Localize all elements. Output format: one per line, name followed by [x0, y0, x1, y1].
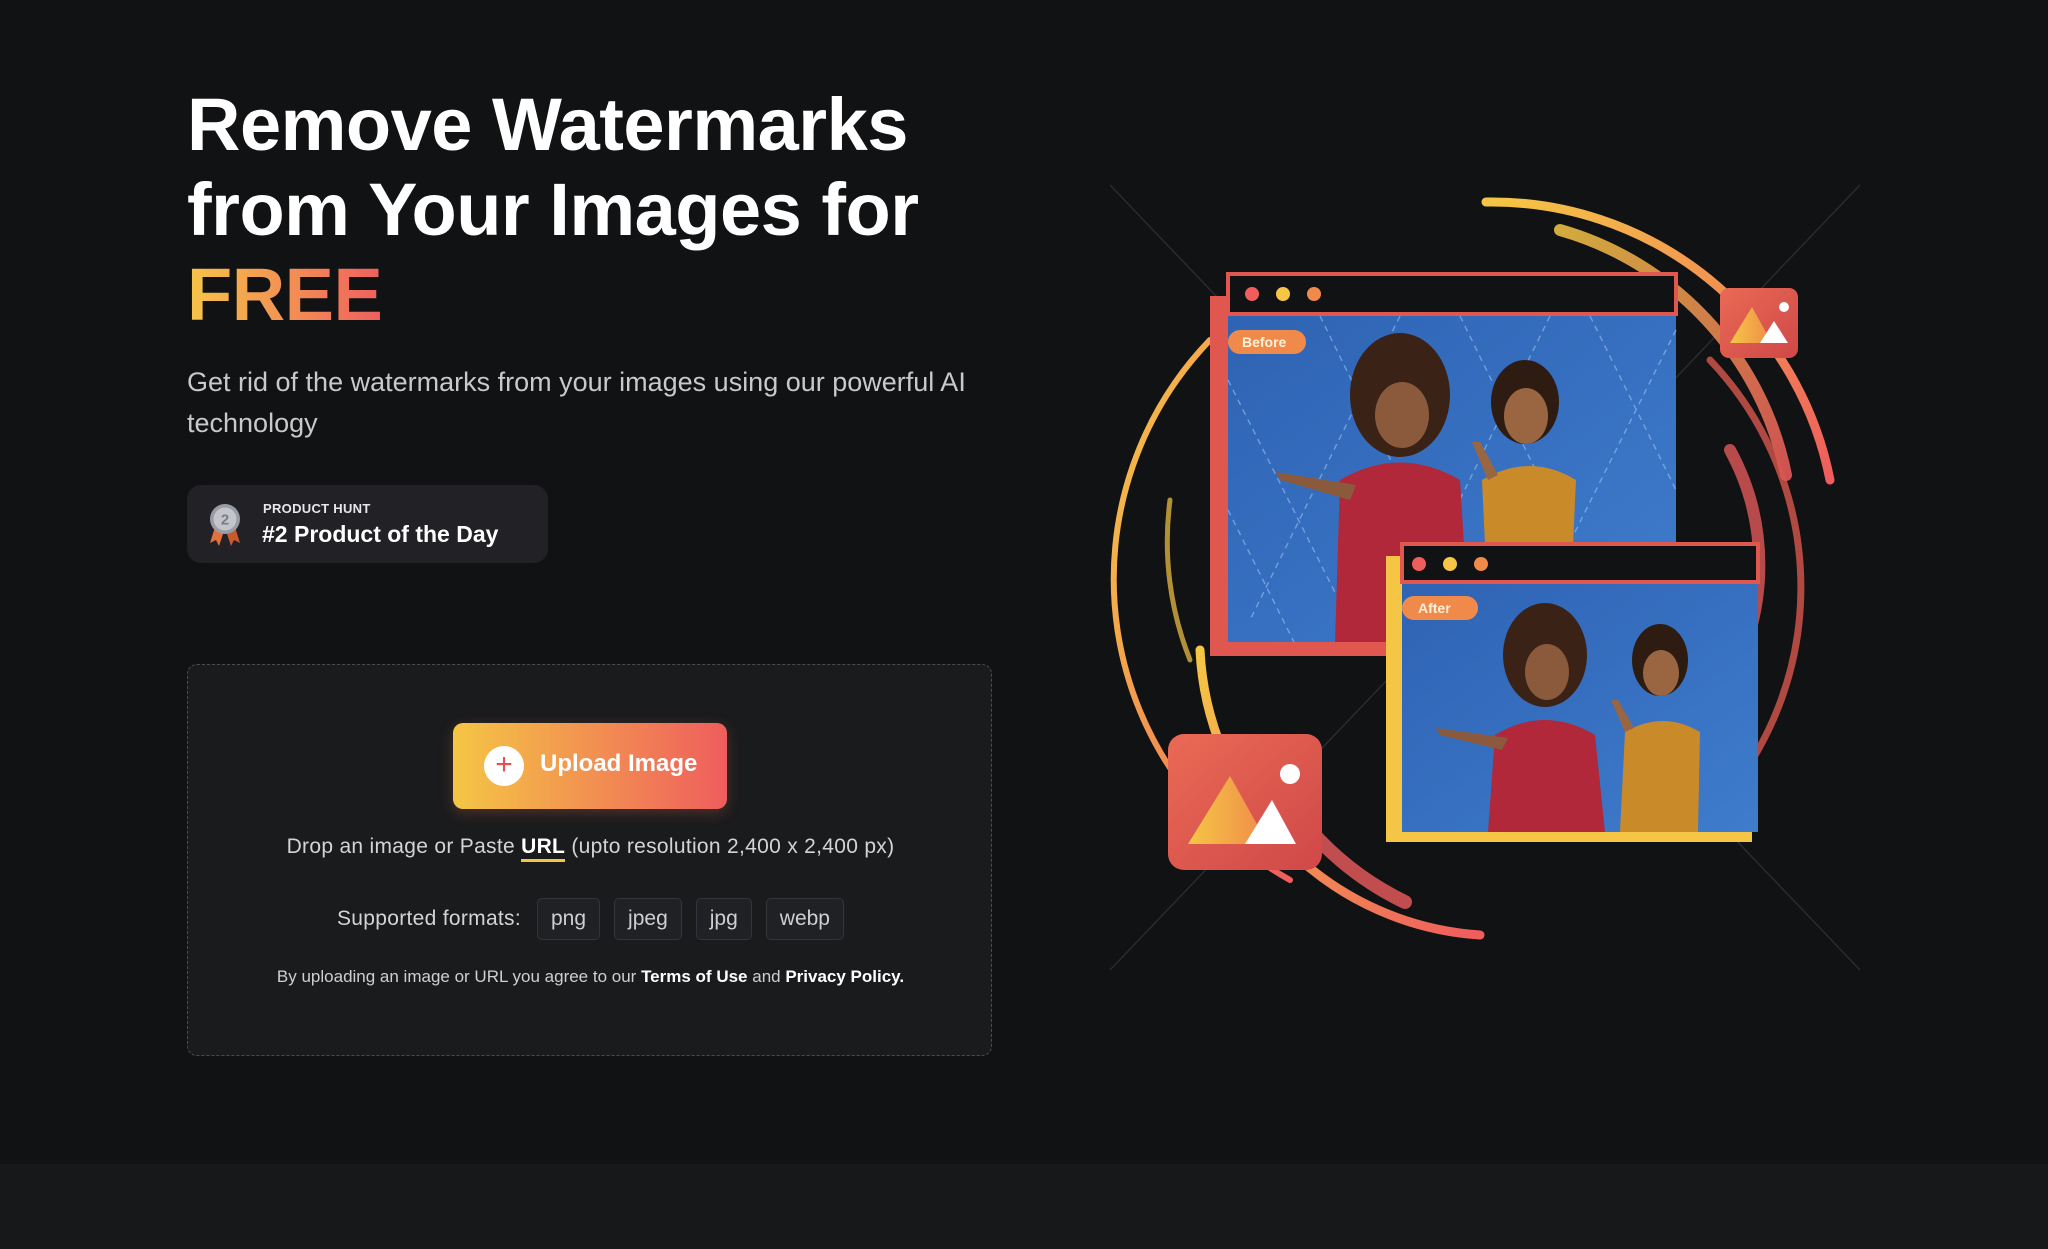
window-dot-orange [1474, 557, 1488, 571]
before-label: Before [1242, 334, 1287, 350]
window-dot-yellow [1276, 287, 1290, 301]
window-dot-orange [1307, 287, 1321, 301]
format-chip-jpg: jpg [695, 898, 752, 940]
terms-prefix: By uploading an image or URL you agree t… [276, 967, 642, 986]
upload-dropzone[interactable]: + Upload Image Drop an image or Paste UR… [187, 664, 992, 1056]
format-chip-jpeg: jpeg [614, 898, 682, 940]
after-window: After [1386, 542, 1760, 842]
upload-image-button[interactable]: + Upload Image [453, 723, 727, 809]
terms-notice: By uploading an image or URL you agree t… [188, 967, 993, 987]
window-dot-red [1245, 287, 1259, 301]
after-label: After [1418, 600, 1451, 616]
medal-icon: 2 [210, 504, 240, 546]
window-dot-yellow [1443, 557, 1457, 571]
plus-icon: + [484, 746, 524, 786]
format-chip-webp: webp [765, 898, 844, 940]
upload-image-label: Upload Image [540, 750, 698, 777]
drop-prefix: Drop an image or Paste [286, 835, 522, 858]
hero-title-line-1: Remove Watermarks [187, 83, 908, 166]
image-icon-small [1720, 288, 1798, 358]
window-dot-red [1412, 557, 1426, 571]
terms-of-use-link[interactable]: Terms of Use [641, 967, 747, 986]
supported-formats: Supported formats: png jpeg jpg webp [188, 898, 993, 940]
paste-url-link[interactable]: URL [521, 835, 566, 862]
before-after-illustration: Before After [1109, 184, 1861, 971]
page: Remove Watermarks from Your Images for F… [0, 0, 2048, 1249]
medal-number: 2 [221, 512, 229, 529]
product-hunt-kicker: PRODUCT HUNT [263, 501, 371, 516]
drop-instructions: Drop an image or Paste URL (upto resolut… [188, 835, 993, 862]
product-hunt-title: #2 Product of the Day [262, 521, 499, 547]
hero-title: Remove Watermarks from Your Images for F… [187, 82, 1067, 337]
hero-subtitle: Get rid of the watermarks from your imag… [187, 367, 966, 438]
formats-label: Supported formats: [337, 907, 521, 930]
privacy-policy-link[interactable]: Privacy Policy. [785, 967, 904, 986]
footer-band [0, 1164, 2048, 1249]
hero-title-line-2: from Your Images for [187, 168, 919, 251]
drop-suffix: (upto resolution 2,400 x 2,400 px) [565, 835, 895, 858]
hero-title-highlight: FREE [187, 253, 383, 336]
terms-and: and [747, 967, 786, 986]
image-icon-large [1168, 734, 1322, 870]
product-hunt-badge[interactable]: 2 PRODUCT HUNT #2 Product of the Day [187, 485, 548, 563]
format-chip-png: png [537, 898, 601, 940]
